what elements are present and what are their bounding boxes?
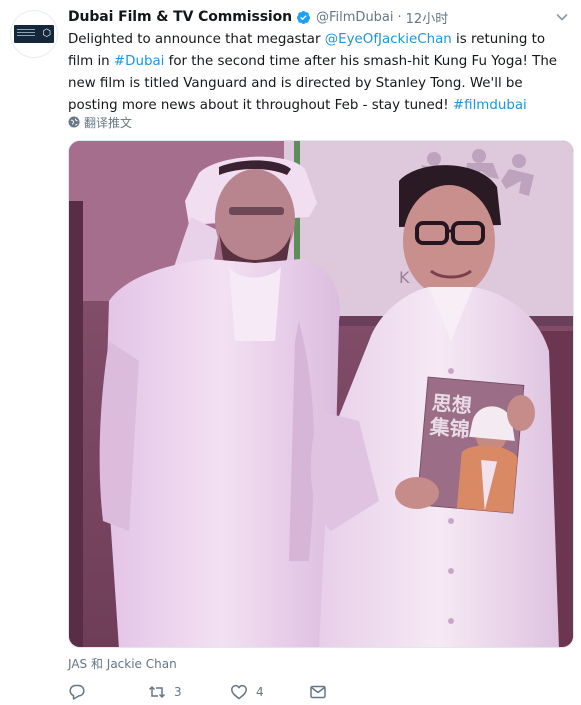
author-name[interactable]: Dubai Film & TV Commission [68,9,292,25]
timestamp[interactable]: 12小时 [406,8,449,27]
like-button[interactable]: 4 [230,682,264,702]
retweet-icon [148,686,166,698]
tweet-header: Dubai Film & TV Commission @FilmDubai · … [68,7,448,27]
author-handle[interactable]: @FilmDubai [316,10,394,25]
book-title-line2: 集锦 [428,414,471,441]
tweet[interactable]: ⬡ Dubai Film & TV Commission @FilmDubai … [0,0,581,705]
tweet-text: Delighted to announce that megastar @Eye… [68,29,568,117]
translate-label: 翻译推文 [84,115,133,130]
header-separator: · [397,9,402,25]
retweet-button[interactable]: 3 [148,682,182,702]
mention-link[interactable]: @EyeOfJackieChan [325,32,452,47]
tweet-actions: 3 4 [68,682,498,702]
book-title-line1: 思想 [431,391,473,418]
retweet-count: 3 [174,685,182,699]
envelope-icon [310,685,326,699]
photo-illustration: K OGA [69,141,573,647]
hashtag-link[interactable]: #Dubai [114,54,164,69]
translate-tweet-link[interactable]: 翻译推文 [68,114,132,130]
text-part: Delighted to announce that megastar [68,32,325,47]
like-count: 4 [256,685,264,699]
reply-icon [69,684,85,700]
photo-caption[interactable]: JAS 和 Jackie Chan [68,655,177,672]
tweet-photo[interactable]: K OGA [68,140,574,648]
dubai-film-logo: ⬡ [14,25,54,43]
verified-badge-icon [296,10,311,24]
avatar[interactable]: ⬡ [10,10,58,58]
reply-button[interactable] [68,682,94,702]
direct-message-button[interactable] [309,682,327,702]
hashtag-link[interactable]: #filmdubai [453,98,527,113]
heart-icon [231,684,247,700]
chevron-down-icon[interactable] [555,10,569,24]
globe-icon [68,116,80,128]
